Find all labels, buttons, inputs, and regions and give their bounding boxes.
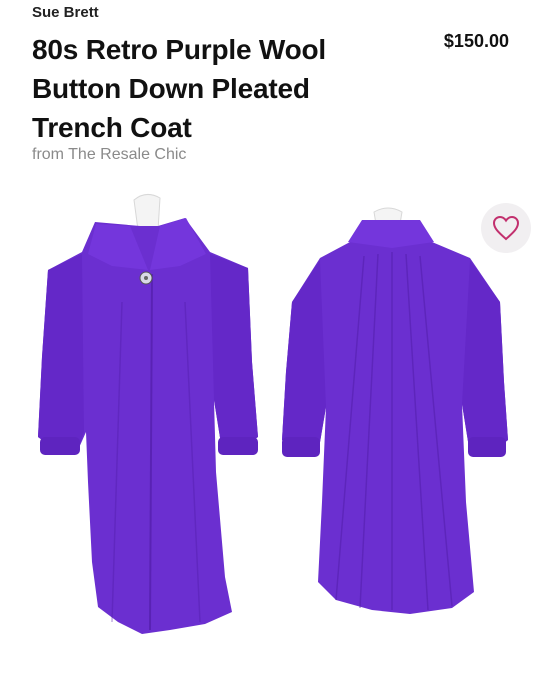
product-title: 80s Retro Purple Wool Button Down Pleate…: [32, 34, 327, 143]
product-image[interactable]: [0, 182, 540, 687]
brand-name[interactable]: Sue Brett: [32, 4, 99, 21]
favorite-button[interactable]: [481, 203, 531, 253]
heart-outline-icon: [492, 215, 520, 241]
seller-link[interactable]: from The Resale Chic: [32, 146, 186, 164]
coat-front: [38, 194, 258, 634]
coat-back: [282, 207, 508, 614]
product-price: $150.00: [443, 31, 509, 51]
